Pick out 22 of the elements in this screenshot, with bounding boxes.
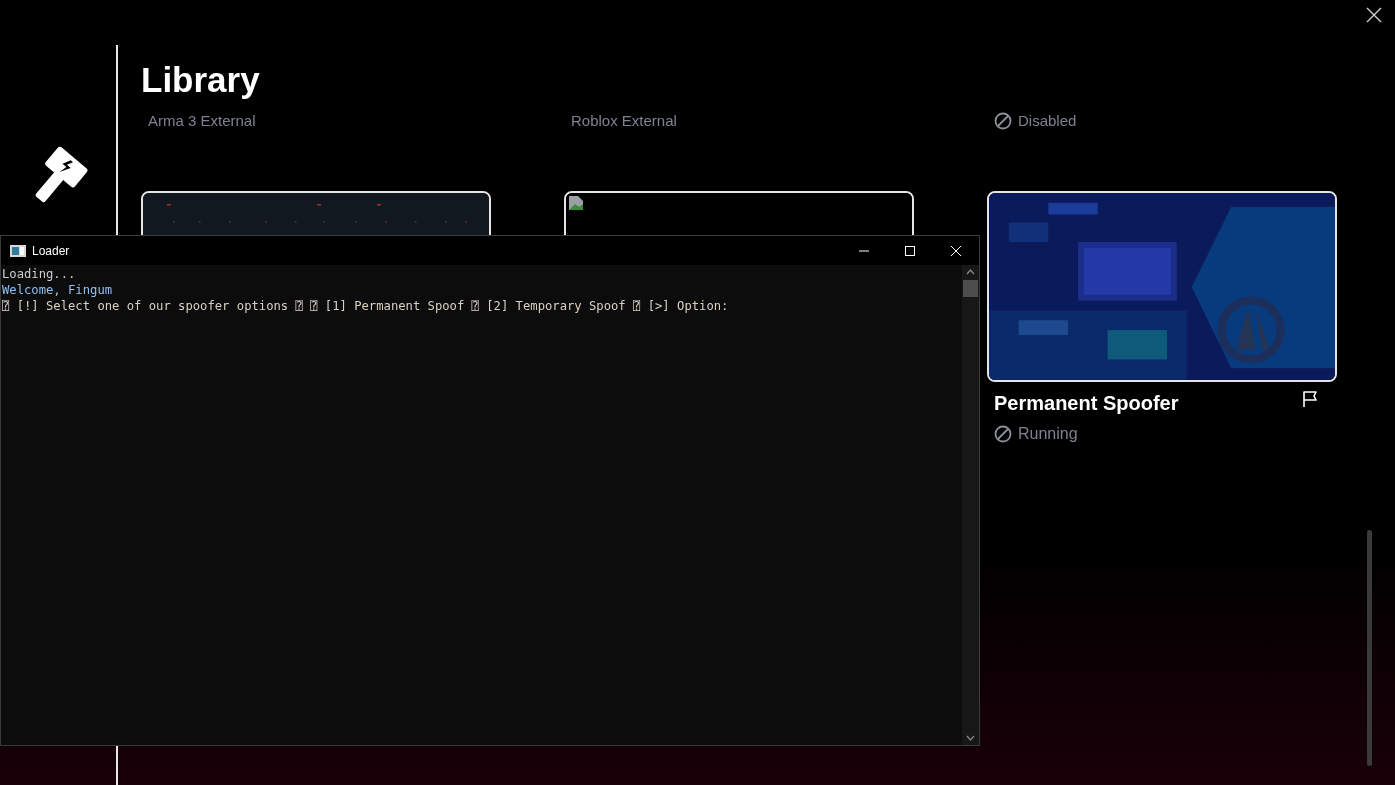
scroll-down-icon xyxy=(966,735,975,741)
console-line: ⍰ [!] Select one of our spoofer options ⍰ ⍰ [1] Permanent Spoof ⍰ [2] Temporary Spoof ⍰ [>] Option: xyxy=(2,298,730,314)
scrollbar[interactable] xyxy=(962,265,979,745)
scrollbar-thumb[interactable] xyxy=(1367,530,1372,766)
close-icon[interactable] xyxy=(1366,7,1382,23)
status-label: Running xyxy=(1018,424,1078,444)
console-app-icon xyxy=(10,244,26,257)
window-title: Loader xyxy=(32,242,70,260)
flag-icon[interactable] xyxy=(1301,390,1319,408)
broken-image-icon xyxy=(568,195,584,211)
disabled-icon xyxy=(994,425,1012,443)
scroll-up-icon xyxy=(966,269,975,275)
category-label: Arma 3 External xyxy=(148,110,256,131)
maximize-icon xyxy=(905,245,915,256)
console-line: Loading... xyxy=(2,266,77,282)
console-line: Welcome, Fingum xyxy=(2,282,114,298)
category-label: Roblox External xyxy=(571,110,677,131)
card-title: Permanent Spoofer xyxy=(994,391,1179,416)
scrollbar-thumb[interactable] xyxy=(963,280,978,297)
close-icon xyxy=(951,245,961,256)
category-label: Disabled xyxy=(1018,110,1077,131)
library-title: Library xyxy=(141,59,261,101)
